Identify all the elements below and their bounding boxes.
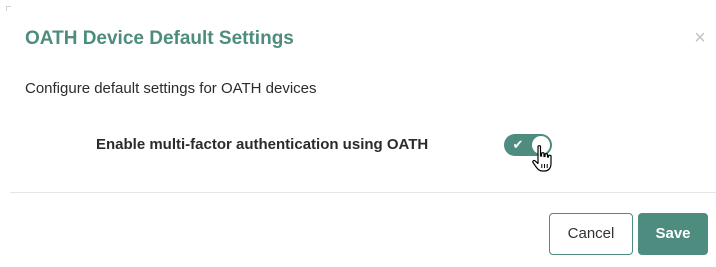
- oath-mfa-label: Enable multi-factor authentication using…: [96, 136, 429, 153]
- footer-divider: [10, 192, 716, 193]
- close-icon[interactable]: ×: [694, 27, 706, 49]
- corner-mark: [6, 6, 11, 11]
- hand-pointer-cursor-icon: [532, 145, 552, 172]
- cancel-button[interactable]: Cancel: [549, 213, 633, 255]
- save-button[interactable]: Save: [638, 213, 708, 255]
- dialog-description: Configure default settings for OATH devi…: [25, 80, 317, 97]
- oath-settings-dialog: OATH Device Default Settings × Configure…: [0, 0, 716, 267]
- close-button[interactable]: ×: [691, 28, 709, 48]
- check-icon: ✔: [512, 137, 524, 152]
- dialog-title: OATH Device Default Settings: [25, 28, 294, 49]
